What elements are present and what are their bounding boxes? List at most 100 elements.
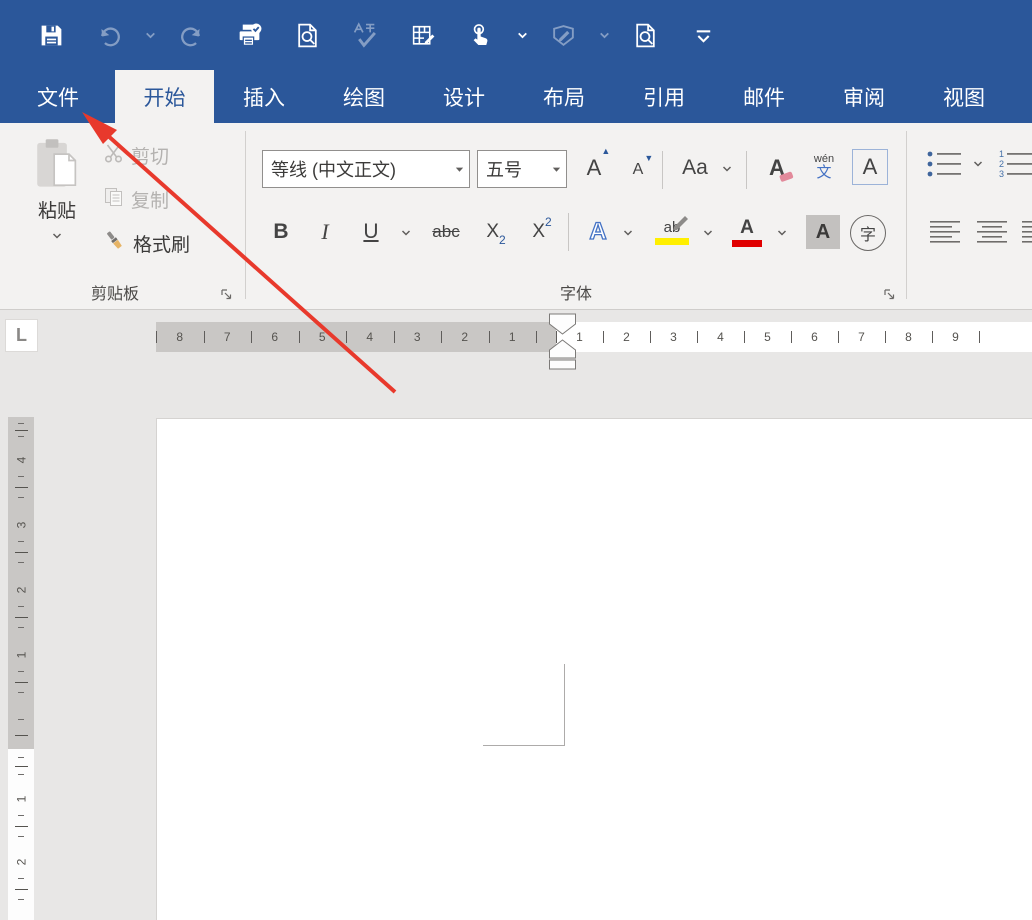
paste-dropdown-chevron[interactable]: [51, 229, 63, 247]
underline-button[interactable]: U: [354, 211, 388, 253]
align-left-button[interactable]: [926, 215, 966, 251]
subscript-button[interactable]: X 2: [476, 211, 516, 253]
customize-qat-button[interactable]: [674, 12, 732, 58]
shrink-font-button[interactable]: A ▼: [620, 151, 656, 189]
highlight-chevron[interactable]: [698, 217, 718, 249]
tab-stop-selector[interactable]: L: [5, 319, 38, 352]
draw-table-button[interactable]: [394, 12, 452, 58]
tab-references[interactable]: 引用: [614, 70, 714, 123]
grow-font-button[interactable]: A ▲: [576, 147, 612, 189]
text-area-crop-mark-horizontal: [483, 745, 565, 746]
ruler-number: 5: [764, 330, 771, 344]
tab-design[interactable]: 设计: [414, 70, 514, 123]
font-name-value: 等线 (中文正文): [263, 156, 449, 182]
spelling-button[interactable]: [336, 12, 394, 58]
font-color-chevron[interactable]: [772, 217, 792, 249]
text-effects-button[interactable]: A: [580, 211, 616, 253]
ruler-number: 2: [14, 586, 28, 593]
font-size-combobox[interactable]: 五号: [477, 150, 567, 188]
numbering-button[interactable]: 123: [998, 145, 1032, 183]
redo-button[interactable]: [162, 12, 220, 58]
vertical-ruler-margin: 4321: [8, 417, 34, 749]
text-effects-chevron[interactable]: [618, 217, 638, 249]
clear-formatting-button[interactable]: A: [756, 147, 798, 189]
align-justify-button[interactable]: [1018, 215, 1032, 251]
touch-mode-dropdown-chevron[interactable]: [510, 12, 534, 58]
clipboard-dialog-launcher-icon[interactable]: [219, 287, 234, 302]
italic-button[interactable]: I: [310, 211, 340, 253]
paste-label: 粘贴: [38, 196, 76, 223]
ruler-number: 6: [271, 330, 278, 344]
character-shading-button[interactable]: A: [806, 215, 840, 249]
print-preview-button[interactable]: [278, 12, 336, 58]
font-dialog-launcher-icon[interactable]: [882, 287, 897, 302]
quick-print-button[interactable]: [220, 12, 278, 58]
bullets-button[interactable]: [924, 145, 966, 183]
align-center-button[interactable]: [972, 215, 1012, 251]
undo-button[interactable]: [80, 12, 138, 58]
enclose-characters-button[interactable]: 字: [850, 215, 886, 251]
ruler-number: 4: [717, 330, 724, 344]
bullets-chevron[interactable]: [968, 149, 988, 179]
phonetic-guide-button[interactable]: wén 文: [804, 143, 844, 191]
document-page[interactable]: [157, 419, 1032, 920]
underline-label: U: [363, 220, 378, 244]
ink-dropdown-chevron[interactable]: [592, 12, 616, 58]
tab-insert[interactable]: 插入: [214, 70, 314, 123]
paste-button[interactable]: 粘贴: [24, 133, 90, 263]
tab-file[interactable]: 文件: [24, 70, 92, 123]
ink-button[interactable]: [534, 12, 592, 58]
eraser-icon: [779, 171, 795, 183]
change-case-chevron[interactable]: [718, 153, 736, 185]
copy-button[interactable]: 复制: [103, 183, 169, 215]
tab-draw[interactable]: 绘图: [314, 70, 414, 123]
font-color-bar: [732, 240, 762, 247]
font-name-combobox[interactable]: 等线 (中文正文): [262, 150, 470, 188]
bullets-icon: [926, 149, 964, 179]
save-button[interactable]: [22, 12, 80, 58]
cut-button[interactable]: 剪切: [103, 139, 169, 171]
find-button[interactable]: [616, 12, 674, 58]
copy-icon: [103, 186, 125, 213]
ruler-number: 5: [319, 330, 326, 344]
enclose-characters-letter: 字: [860, 221, 876, 245]
tab-view[interactable]: 视图: [914, 70, 1014, 123]
superscript-label: X: [532, 221, 545, 243]
pencil-icon: [671, 212, 691, 230]
tab-mailings[interactable]: 邮件: [714, 70, 814, 123]
font-color-button[interactable]: A: [728, 209, 766, 255]
ruler-number: 1: [509, 330, 516, 344]
font-size-value: 五号: [478, 156, 546, 182]
character-border-letter: A: [863, 154, 878, 180]
strikethrough-label: abc: [432, 222, 459, 242]
format-painter-button[interactable]: 格式刷: [103, 227, 190, 259]
format-painter-icon: [103, 229, 127, 258]
ruler-number: 7: [858, 330, 865, 344]
bold-button[interactable]: B: [266, 211, 296, 253]
tab-layout[interactable]: 布局: [514, 70, 614, 123]
cut-icon: [103, 142, 125, 169]
align-center-icon: [975, 219, 1009, 247]
ruler-number: 1: [14, 796, 28, 803]
text-area-crop-mark-vertical: [564, 664, 565, 746]
tab-review[interactable]: 审阅: [814, 70, 914, 123]
undo-dropdown-chevron[interactable]: [138, 12, 162, 58]
ink-icon: [550, 22, 577, 49]
character-border-button[interactable]: A: [852, 149, 888, 185]
touch-mode-button[interactable]: [452, 12, 510, 58]
font-size-dropdown-chevron[interactable]: [546, 164, 566, 175]
indent-markers[interactable]: [549, 313, 576, 378]
underline-chevron[interactable]: [396, 217, 416, 249]
superscript-button[interactable]: X 2: [522, 211, 562, 253]
ruler-number: 4: [366, 330, 373, 344]
customize-qat-icon: [690, 22, 717, 49]
copy-label: 复制: [131, 186, 169, 213]
font-name-dropdown-chevron[interactable]: [449, 164, 469, 175]
group-separator: [245, 131, 246, 299]
align-justify-icon: [1021, 219, 1032, 247]
strikethrough-button[interactable]: abc: [424, 211, 468, 253]
touch-mode-icon: [468, 22, 495, 49]
highlight-button[interactable]: ab: [648, 209, 696, 255]
change-case-button[interactable]: Aa: [672, 147, 718, 189]
tab-home[interactable]: 开始: [115, 70, 214, 123]
